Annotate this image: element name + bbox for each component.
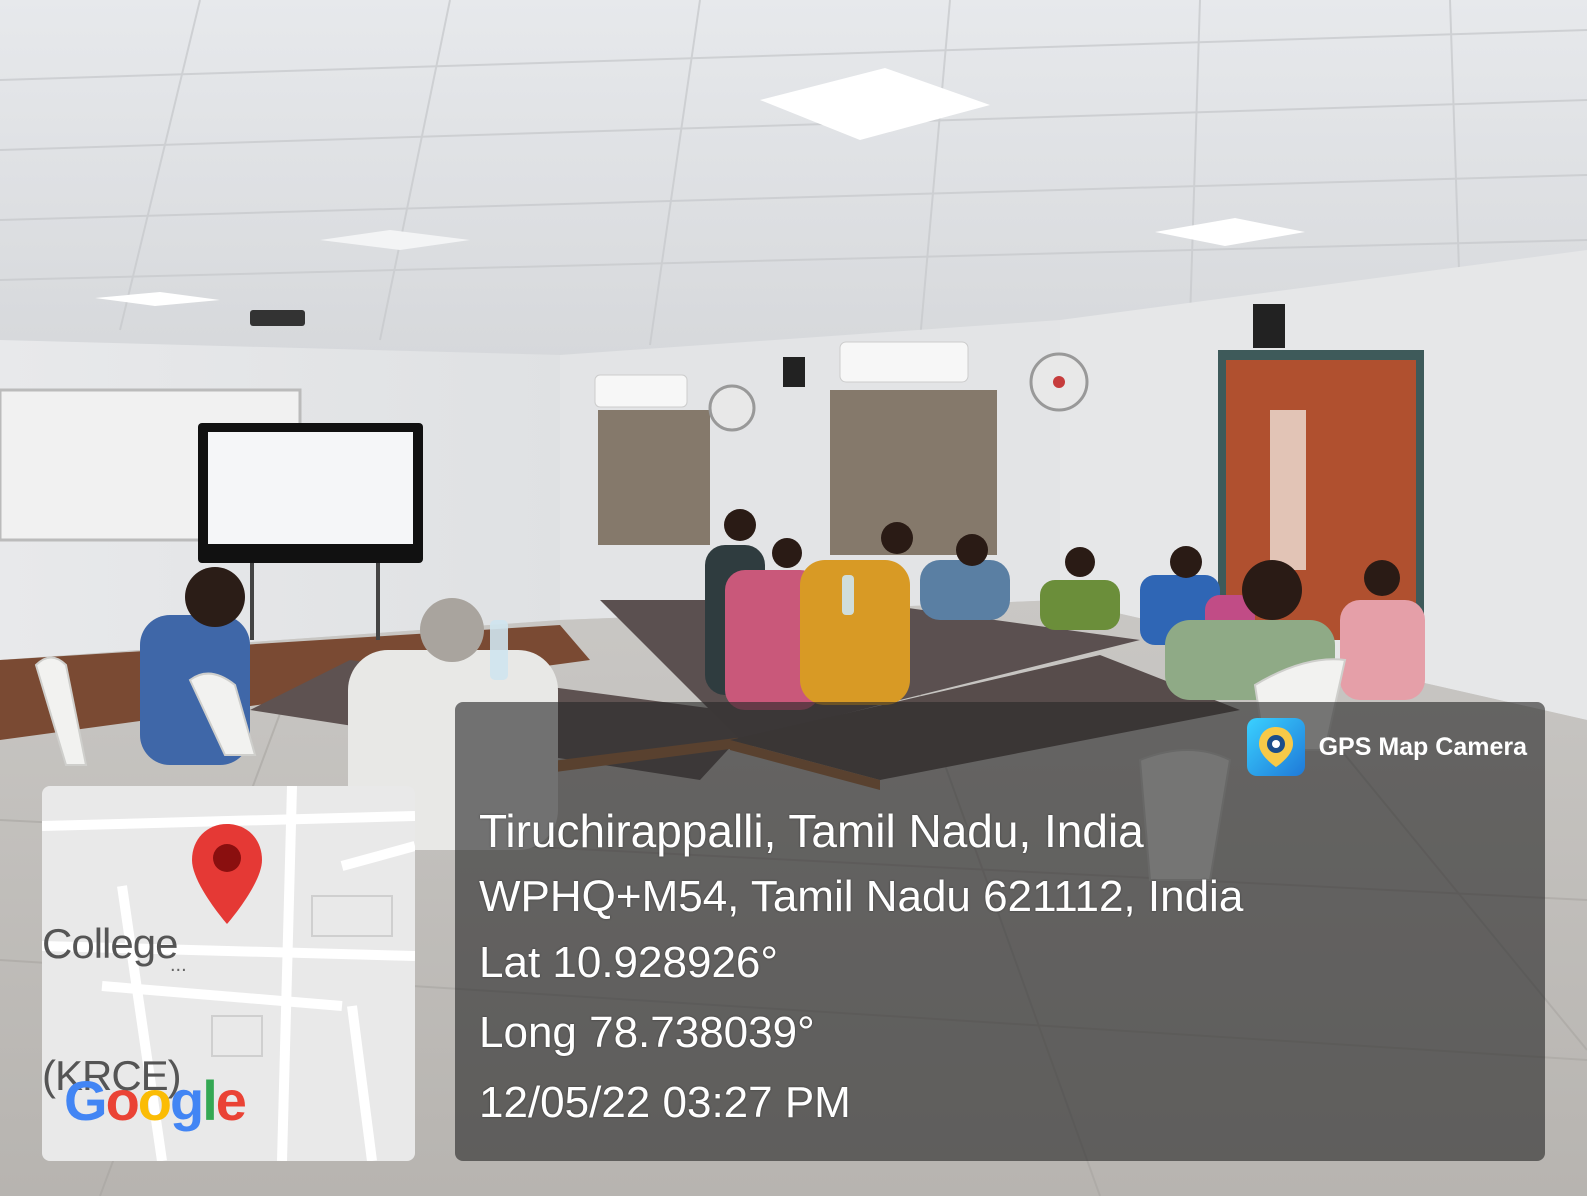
gps-camera-icon	[1246, 718, 1305, 776]
map-thumbnail: ... College (KRCE) Google	[42, 786, 415, 1161]
map-pin-icon	[192, 824, 262, 924]
air-conditioner	[594, 374, 688, 408]
wall-fan	[708, 384, 756, 432]
city-line: Tiruchirappalli, Tamil Nadu, India	[479, 805, 1144, 857]
window-blind	[598, 410, 710, 545]
air-conditioner	[839, 341, 969, 383]
longitude-line: Long 78.738039°	[479, 1008, 815, 1057]
datetime-line: 12/05/22 03:27 PM	[479, 1078, 851, 1127]
projector	[250, 310, 305, 326]
app-name: GPS Map Camera	[1318, 732, 1527, 761]
address-line: WPHQ+M54, Tamil Nadu 621112, India	[479, 872, 1244, 921]
window-blind	[830, 390, 997, 555]
map-label-line1: College	[42, 920, 178, 967]
location-info-panel: GPS Map Camera Tiruchirappalli, Tamil Na…	[455, 702, 1545, 1161]
google-logo: Google	[64, 1069, 247, 1132]
latitude-line: Lat 10.928926°	[479, 938, 778, 987]
app-brand: GPS Map Camera	[1246, 716, 1527, 778]
